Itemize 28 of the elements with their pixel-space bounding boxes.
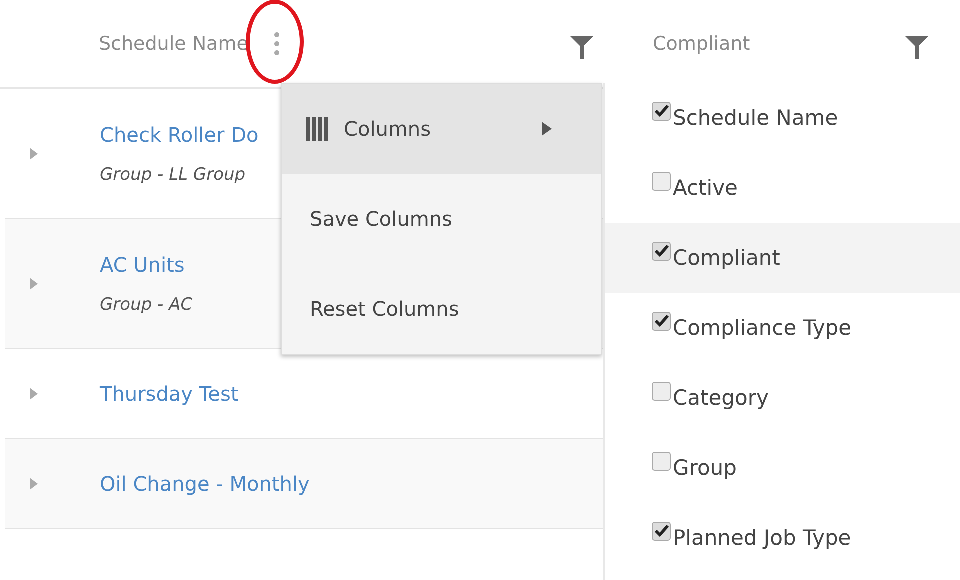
checkbox-label: Compliant bbox=[673, 246, 780, 270]
filter-icon[interactable] bbox=[569, 34, 595, 60]
caret-icon[interactable] bbox=[541, 121, 553, 137]
columns-icon[interactable] bbox=[306, 117, 328, 141]
menu-item[interactable]: Columns bbox=[282, 84, 601, 174]
checkbox-label: Schedule Name bbox=[673, 106, 838, 130]
menu-item[interactable]: Save Columns bbox=[282, 174, 601, 264]
checkbox[interactable] bbox=[652, 242, 671, 260]
schedule-link[interactable]: Thursday Test bbox=[100, 382, 239, 406]
menu-item[interactable]: Reset Columns bbox=[282, 264, 601, 354]
checkbox[interactable] bbox=[652, 172, 671, 190]
checkbox-label: Active bbox=[673, 176, 738, 200]
checkbox[interactable] bbox=[652, 452, 671, 470]
group-label: Group - LL Group bbox=[100, 164, 247, 184]
checkbox[interactable] bbox=[652, 382, 671, 400]
checkbox[interactable] bbox=[652, 102, 671, 120]
checkbox[interactable] bbox=[652, 312, 671, 330]
checkbox[interactable] bbox=[652, 522, 671, 540]
column-header[interactable]: Compliant bbox=[653, 32, 750, 54]
checkbox-label: Planned Job Type bbox=[673, 526, 852, 550]
schedule-link[interactable]: AC Units bbox=[100, 252, 193, 276]
checkbox-label: Compliance Type bbox=[673, 316, 852, 340]
filter-icon[interactable] bbox=[904, 34, 930, 60]
schedule-link[interactable]: Oil Change - Monthly bbox=[100, 472, 310, 496]
checkbox-label: Category bbox=[673, 386, 769, 410]
schedule-link[interactable]: Check Roller Do bbox=[100, 122, 259, 146]
group-label: Group - AC bbox=[100, 294, 193, 314]
checkbox-label: Group bbox=[673, 456, 737, 480]
